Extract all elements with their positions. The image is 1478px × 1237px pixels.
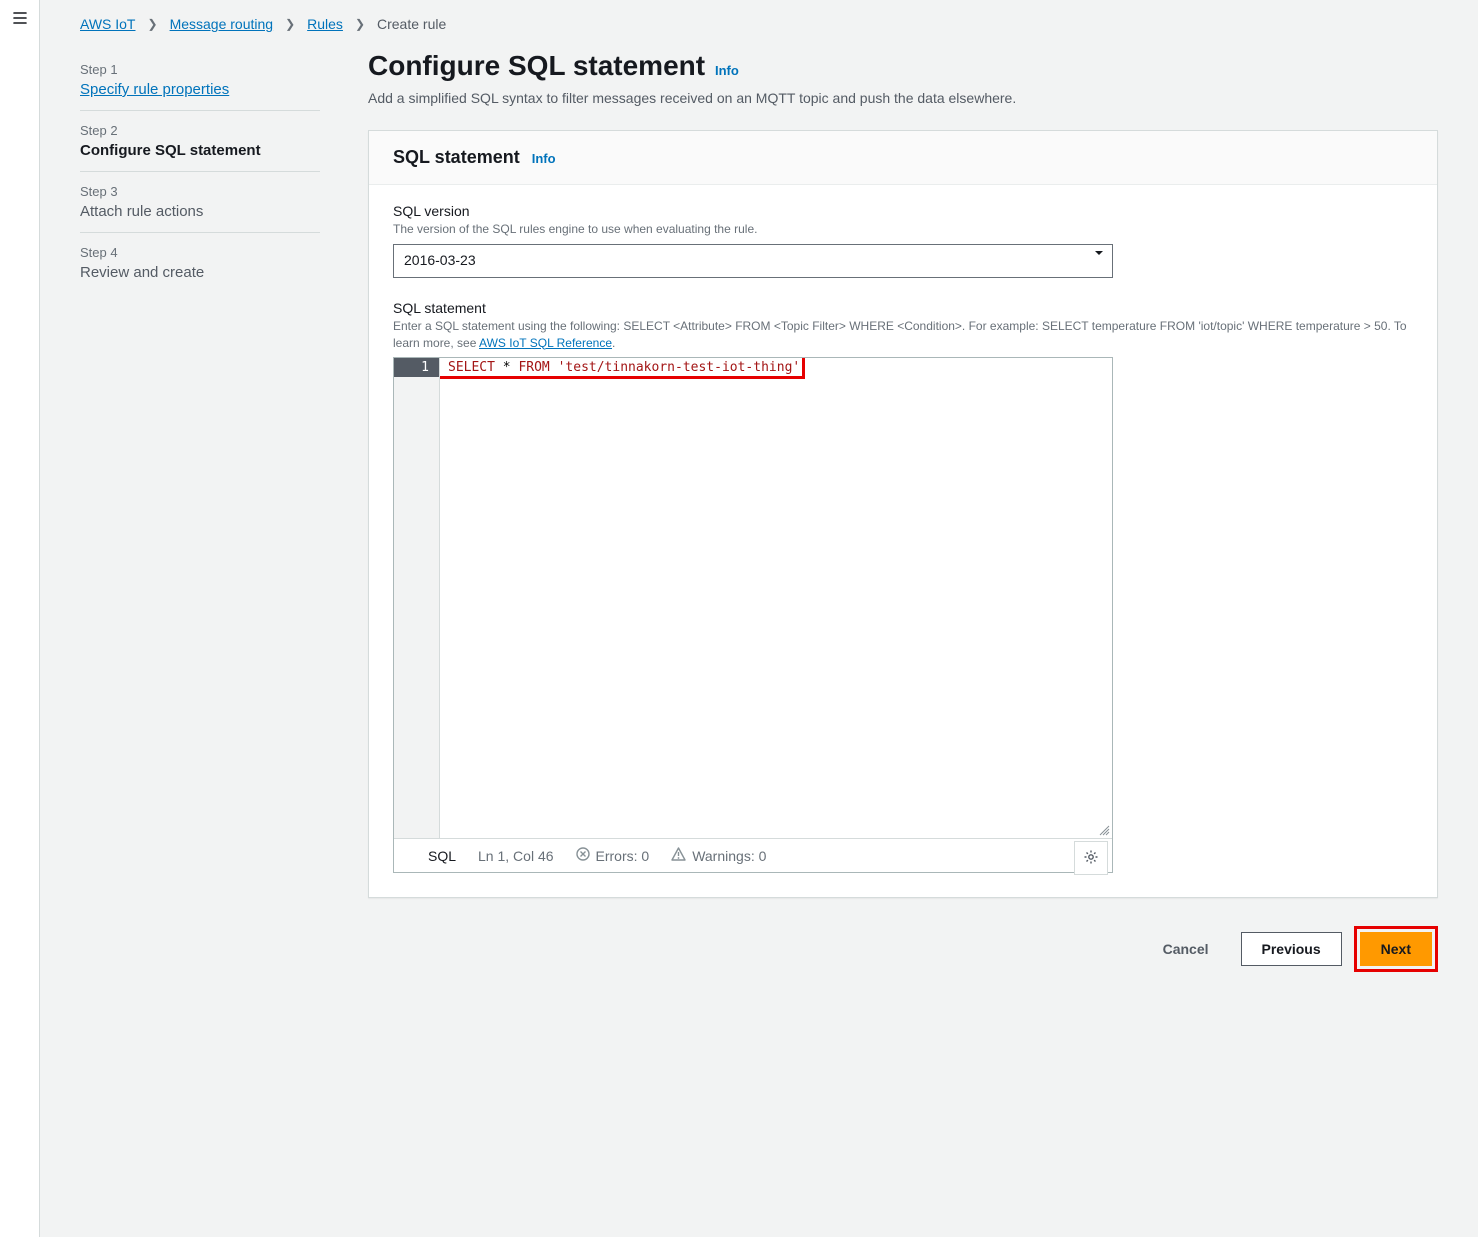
gear-icon bbox=[1083, 849, 1099, 868]
panel-header: SQL statement Info bbox=[369, 131, 1437, 185]
sql-version-desc: The version of the SQL rules engine to u… bbox=[393, 221, 1413, 238]
caret-down-icon bbox=[1094, 245, 1104, 277]
chevron-right-icon: ❯ bbox=[285, 17, 295, 31]
page-info-link[interactable]: Info bbox=[715, 63, 739, 78]
editor-cursor-pos: Ln 1, Col 46 bbox=[478, 848, 554, 864]
wizard-step-4: Step 4 Review and create bbox=[80, 232, 320, 293]
page-subtitle: Add a simplified SQL syntax to filter me… bbox=[368, 90, 1438, 106]
hamburger-icon[interactable] bbox=[12, 10, 28, 1237]
wizard-steps: Step 1 Specify rule properties Step 2 Co… bbox=[80, 50, 320, 972]
page-title: Configure SQL statement bbox=[368, 50, 705, 81]
main-area: AWS IoT ❯ Message routing ❯ Rules ❯ Crea… bbox=[40, 0, 1478, 1237]
editor-warnings: Warnings: 0 bbox=[671, 847, 766, 864]
editor-settings-button[interactable] bbox=[1074, 841, 1108, 875]
nav-toggle-column bbox=[0, 0, 40, 1237]
annotation-highlight-next: Next bbox=[1354, 926, 1438, 972]
sql-version-select[interactable]: 2016-03-23 bbox=[393, 244, 1113, 278]
editor-lang: SQL bbox=[428, 848, 456, 864]
chevron-right-icon: ❯ bbox=[355, 17, 365, 31]
code-line-1[interactable]: SELECT * FROM 'test/tinnakorn-test-iot-t… bbox=[440, 358, 1112, 377]
line-number: 1 bbox=[394, 358, 439, 377]
sql-statement-field: SQL statement Enter a SQL statement usin… bbox=[393, 300, 1413, 874]
sql-reference-link[interactable]: AWS IoT SQL Reference bbox=[479, 336, 612, 350]
wizard-step-1[interactable]: Step 1 Specify rule properties bbox=[80, 50, 320, 110]
warning-icon bbox=[671, 847, 686, 864]
breadcrumb-message-routing[interactable]: Message routing bbox=[170, 16, 274, 32]
previous-button[interactable]: Previous bbox=[1241, 932, 1342, 966]
step-title[interactable]: Specify rule properties bbox=[80, 81, 320, 98]
panel-title: SQL statement bbox=[393, 147, 520, 168]
step-title: Attach rule actions bbox=[80, 203, 320, 220]
step-title: Configure SQL statement bbox=[80, 142, 320, 159]
sql-editor: 1 SELECT * FROM 'test/tinnakorn-test-iot… bbox=[393, 357, 1113, 873]
sql-statement-panel: SQL statement Info SQL version The versi… bbox=[368, 130, 1438, 898]
error-icon bbox=[576, 847, 590, 864]
wizard-step-2: Step 2 Configure SQL statement bbox=[80, 110, 320, 171]
editor-gutter: 1 bbox=[394, 358, 440, 838]
sql-statement-desc: Enter a SQL statement using the followin… bbox=[393, 318, 1413, 352]
next-button[interactable]: Next bbox=[1360, 932, 1432, 966]
sql-editor-viewport[interactable]: 1 SELECT * FROM 'test/tinnakorn-test-iot… bbox=[394, 358, 1112, 838]
editor-status-bar: SQL Ln 1, Col 46 Errors: 0 bbox=[394, 838, 1112, 872]
panel-info-link[interactable]: Info bbox=[532, 151, 556, 166]
editor-errors: Errors: 0 bbox=[576, 847, 650, 864]
breadcrumb-rules[interactable]: Rules bbox=[307, 16, 343, 32]
wizard-footer: Cancel Previous Next bbox=[368, 926, 1438, 972]
breadcrumbs: AWS IoT ❯ Message routing ❯ Rules ❯ Crea… bbox=[80, 10, 1438, 50]
breadcrumb-create-rule: Create rule bbox=[377, 16, 446, 32]
page-header: Configure SQL statement Info bbox=[368, 50, 1438, 82]
cancel-button[interactable]: Cancel bbox=[1143, 932, 1229, 966]
content-column: Configure SQL statement Info Add a simpl… bbox=[368, 50, 1438, 972]
step-title: Review and create bbox=[80, 264, 320, 281]
step-number: Step 2 bbox=[80, 123, 320, 138]
sql-statement-label: SQL statement bbox=[393, 300, 1413, 316]
sql-version-value: 2016-03-23 bbox=[394, 245, 1112, 275]
resize-handle-icon[interactable] bbox=[1098, 824, 1110, 836]
panel-body: SQL version The version of the SQL rules… bbox=[369, 185, 1437, 897]
step-number: Step 3 bbox=[80, 184, 320, 199]
chevron-right-icon: ❯ bbox=[148, 17, 158, 31]
editor-code-area[interactable]: SELECT * FROM 'test/tinnakorn-test-iot-t… bbox=[440, 358, 1112, 838]
step-number: Step 1 bbox=[80, 62, 320, 77]
step-number: Step 4 bbox=[80, 245, 320, 260]
breadcrumb-aws-iot[interactable]: AWS IoT bbox=[80, 16, 136, 32]
sql-version-field: SQL version The version of the SQL rules… bbox=[393, 203, 1413, 278]
wizard-step-3: Step 3 Attach rule actions bbox=[80, 171, 320, 232]
sql-version-label: SQL version bbox=[393, 203, 1413, 219]
